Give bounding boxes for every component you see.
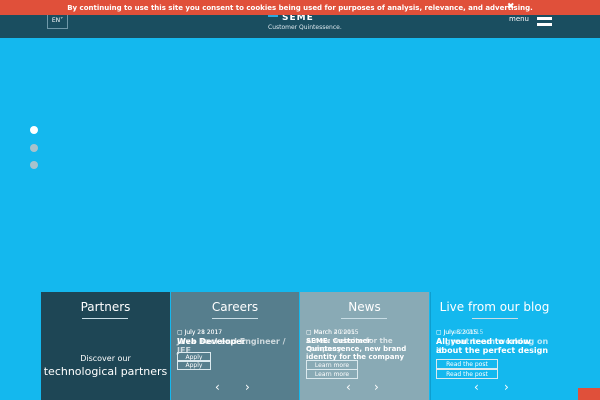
panel-title: Careers bbox=[211, 300, 259, 314]
chevron-down-icon: ˅ bbox=[60, 16, 64, 24]
blog-next-arrow-icon[interactable]: › bbox=[504, 380, 509, 394]
language-label: EN bbox=[51, 16, 61, 24]
news-prev-arrow-icon[interactable]: ‹ bbox=[346, 380, 351, 394]
divider bbox=[82, 318, 128, 319]
post-date: March 4 2015 bbox=[313, 329, 355, 336]
news-next-arrow-icon[interactable]: › bbox=[374, 380, 379, 394]
slider-dot-2[interactable] bbox=[30, 144, 38, 152]
news-panel: News ▢ March 20 2015 ▢ March 4 2015 SEME… bbox=[300, 292, 429, 400]
blog-panel: Live from our blog ▢ July 8 2015 ▢ June … bbox=[430, 292, 558, 400]
apply-button[interactable]: Apply bbox=[177, 360, 211, 370]
close-icon[interactable]: ✖ bbox=[507, 2, 515, 12]
calendar-icon: ▢ bbox=[306, 329, 312, 336]
tagline: Customer Quintessence. bbox=[268, 24, 342, 31]
learn-more-button[interactable]: Learn more bbox=[306, 369, 358, 379]
partners-link[interactable]: technological partners bbox=[41, 365, 170, 378]
cookie-consent-text: By continuing to use this site you conse… bbox=[67, 3, 533, 12]
read-post-button[interactable]: Read the post bbox=[436, 359, 498, 369]
slider-dot-3[interactable] bbox=[30, 161, 38, 169]
date-line: ▢ March 4 2015 bbox=[306, 329, 355, 336]
divider bbox=[472, 318, 518, 319]
date-line: ▢ July 21 2017 bbox=[177, 329, 222, 336]
panel-title: News bbox=[348, 300, 381, 314]
menu-label[interactable]: menu bbox=[509, 15, 529, 23]
calendar-icon: ▢ bbox=[436, 329, 442, 336]
panel-title: Live from our blog bbox=[439, 300, 550, 314]
blog-post-title[interactable]: A great team working on it bbox=[436, 337, 554, 355]
post-date: July 21 2017 bbox=[184, 329, 223, 336]
read-post-button[interactable]: Read the post bbox=[436, 369, 498, 379]
careers-panel: Careers ▢ July 28 2017 ▢ July 21 2017 We… bbox=[171, 292, 299, 400]
news-title[interactable]: A new website for the company bbox=[306, 337, 424, 353]
blog-prev-arrow-icon[interactable]: ‹ bbox=[474, 380, 479, 394]
cookie-consent-bar: By continuing to use this site you conse… bbox=[0, 0, 600, 15]
partners-subtitle: Discover our bbox=[80, 354, 131, 363]
divider bbox=[341, 318, 387, 319]
divider bbox=[212, 318, 258, 319]
partners-panel[interactable]: Partners Discover our technological part… bbox=[41, 292, 170, 400]
slider-pagination bbox=[30, 126, 40, 171]
date-line: ▢ June 23 2015 bbox=[436, 329, 483, 336]
careers-prev-arrow-icon[interactable]: ‹ bbox=[215, 380, 220, 394]
slider-dot-1[interactable] bbox=[30, 126, 38, 134]
post-date: June 23 2015 bbox=[443, 329, 484, 336]
careers-next-arrow-icon[interactable]: › bbox=[245, 380, 250, 394]
panel-title: Partners bbox=[80, 300, 131, 314]
feedback-tab[interactable] bbox=[578, 388, 600, 400]
calendar-icon: ▢ bbox=[177, 329, 183, 336]
